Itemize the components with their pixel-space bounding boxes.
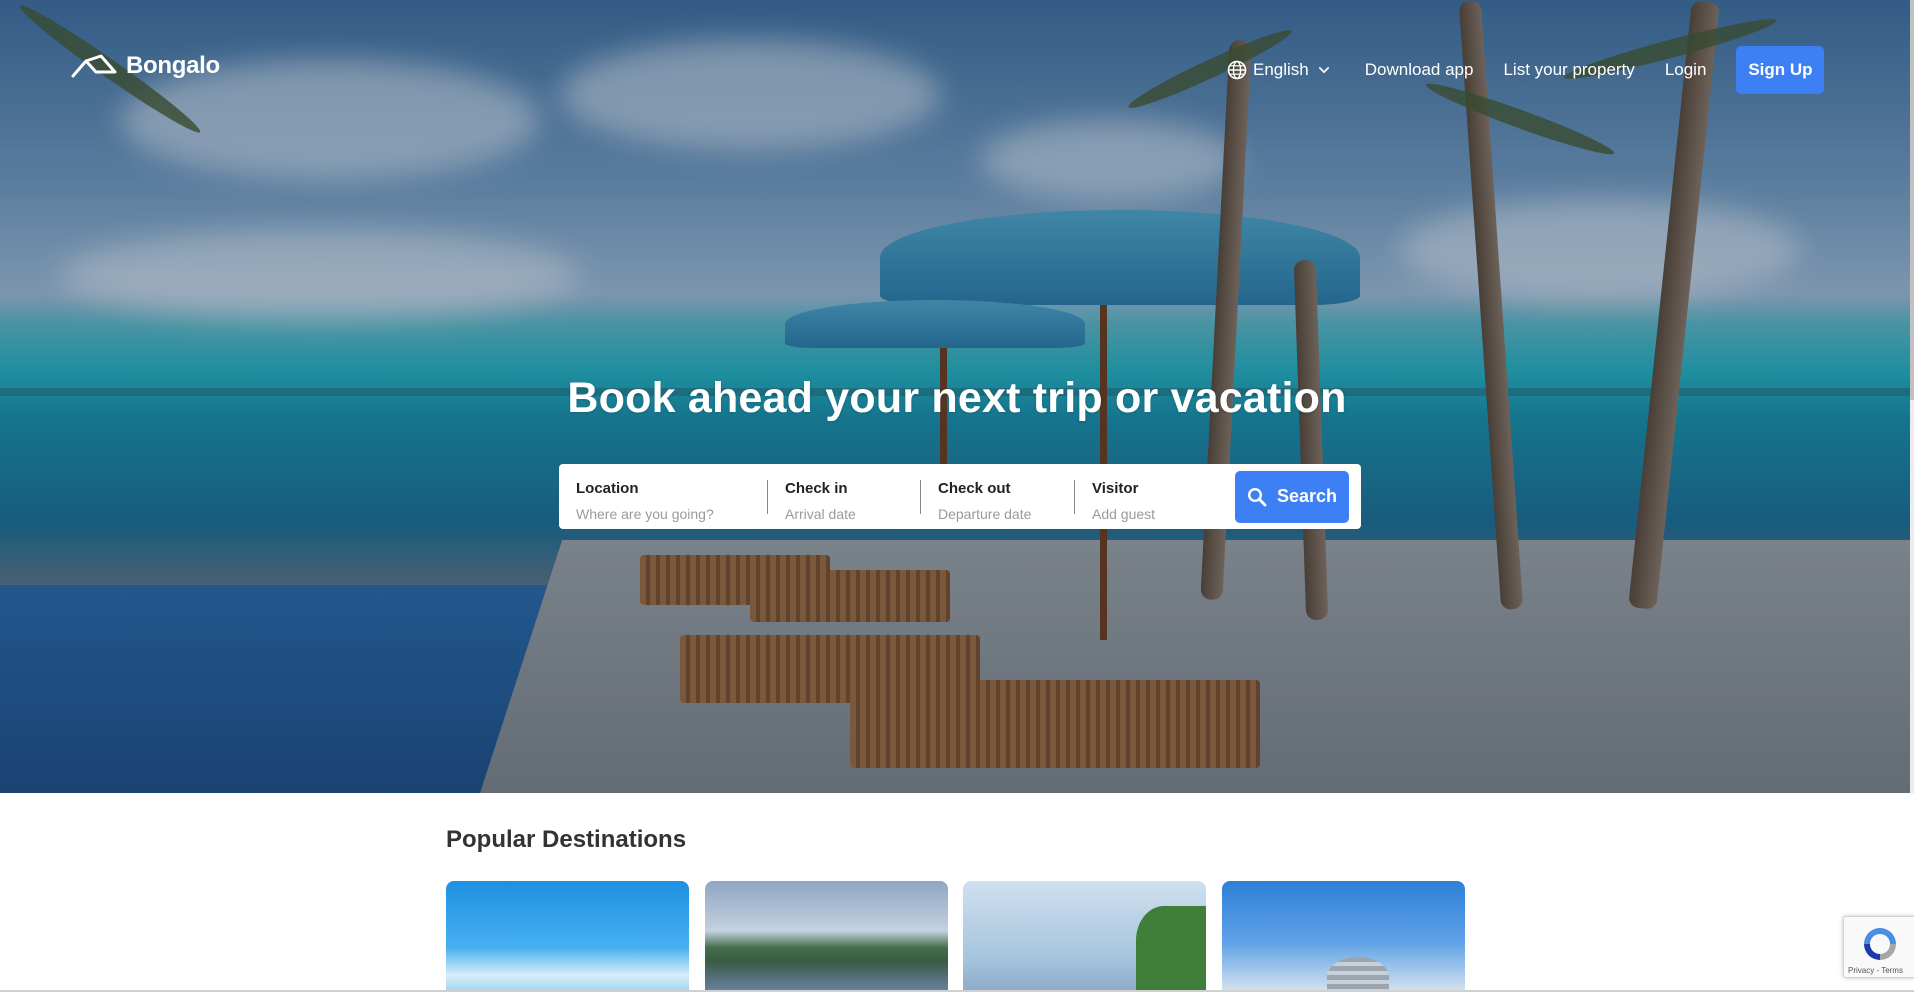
recaptcha-icon xyxy=(1864,928,1896,960)
recaptcha-badge[interactable]: Privacy - Terms xyxy=(1843,916,1914,978)
destination-card[interactable] xyxy=(1222,881,1465,992)
check-out-label: Check out xyxy=(938,480,1011,497)
list-property-link[interactable]: List your property xyxy=(1503,60,1634,80)
logo-icon xyxy=(71,54,117,78)
location-field[interactable]: Location Where are you going? xyxy=(559,464,767,529)
brand-logo[interactable]: Bongalo xyxy=(70,52,220,80)
visitor-label: Visitor xyxy=(1092,480,1139,497)
search-bar: Location Where are you going? Check in A… xyxy=(559,464,1361,529)
scrollbar-thumb[interactable] xyxy=(1910,0,1914,400)
check-out-field[interactable]: Check out Departure date xyxy=(921,464,1074,529)
destination-card[interactable] xyxy=(963,881,1206,992)
chevron-down-icon xyxy=(1318,67,1329,73)
location-label: Location xyxy=(576,480,639,497)
destination-card[interactable] xyxy=(705,881,948,992)
search-button[interactable]: Search xyxy=(1235,470,1349,523)
search-icon xyxy=(1247,487,1267,506)
visitor-input[interactable]: Add guest xyxy=(1092,506,1233,522)
language-label: English xyxy=(1253,60,1309,79)
visitor-field[interactable]: Visitor Add guest xyxy=(1075,464,1233,529)
sign-up-button[interactable]: Sign Up xyxy=(1736,46,1825,94)
check-in-label: Check in xyxy=(785,480,848,497)
check-in-input[interactable]: Arrival date xyxy=(785,506,920,522)
globe-icon xyxy=(1227,60,1247,80)
hero-title: Book ahead your next trip or vacation xyxy=(567,374,1347,422)
login-link[interactable]: Login xyxy=(1665,60,1707,80)
top-nav: English Download app List your property … xyxy=(1227,46,1825,94)
popular-destinations-title: Popular Destinations xyxy=(446,826,687,853)
brand-name: Bongalo xyxy=(126,52,220,79)
recaptcha-links[interactable]: Privacy - Terms xyxy=(1848,966,1903,975)
destination-card[interactable] xyxy=(446,881,689,992)
language-selector[interactable]: English xyxy=(1227,60,1331,80)
location-input[interactable]: Where are you going? xyxy=(576,506,767,522)
download-app-link[interactable]: Download app xyxy=(1365,60,1474,80)
check-out-input[interactable]: Departure date xyxy=(938,506,1074,522)
check-in-field[interactable]: Check in Arrival date xyxy=(768,464,920,529)
search-button-label: Search xyxy=(1276,486,1338,506)
